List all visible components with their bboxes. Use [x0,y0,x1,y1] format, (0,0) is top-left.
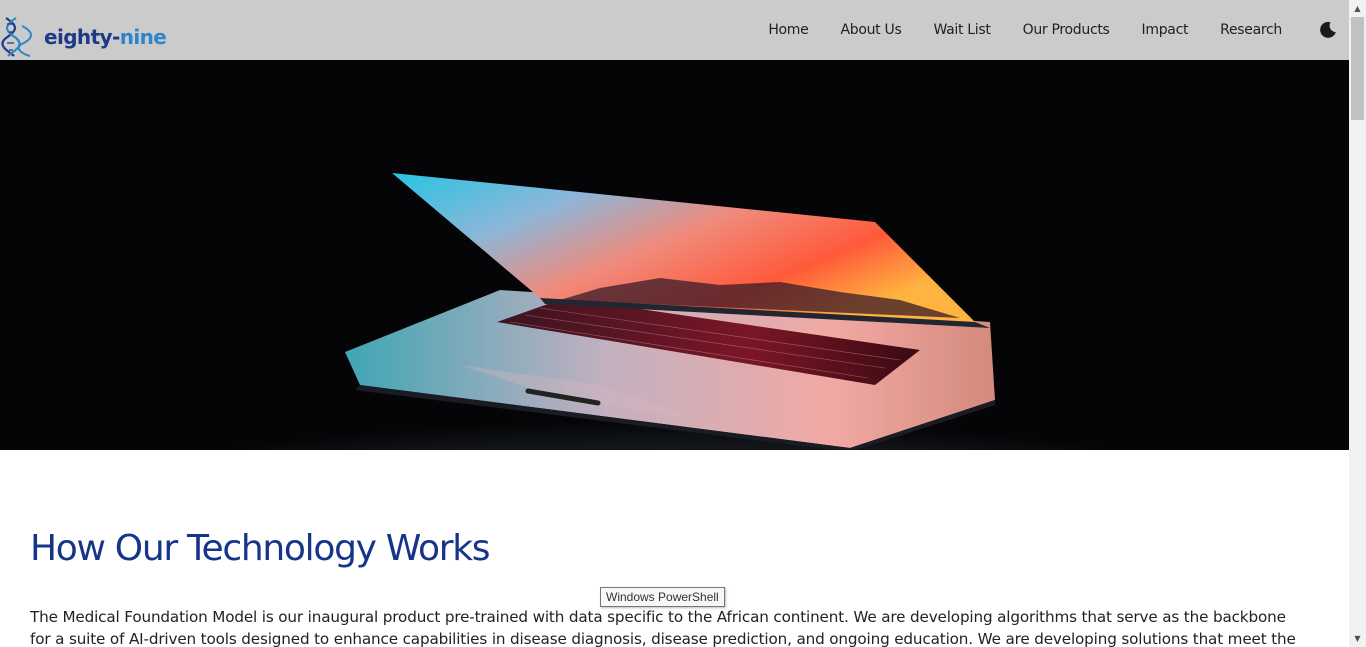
page: eighty-nine Home About Us Wait List Our … [0,0,1349,647]
main-nav: Home About Us Wait List Our Products Imp… [736,0,1282,60]
nav-about-us[interactable]: About Us [840,22,901,38]
nav-wait-list[interactable]: Wait List [933,22,990,38]
laptop-illustration [0,60,1349,450]
brand-name-part2: nine [119,25,167,49]
section-title: How Our Technology Works [30,528,491,569]
section-body: The Medical Foundation Model is our inau… [30,608,1296,647]
scroll-down-arrow-icon[interactable]: ▼ [1349,630,1366,647]
scroll-up-arrow-icon[interactable]: ▲ [1349,0,1366,17]
vertical-scrollbar[interactable]: ▲ ▼ [1349,0,1366,647]
theme-toggle-button[interactable] [1317,19,1339,41]
nav-home[interactable]: Home [768,22,808,38]
nav-research[interactable]: Research [1220,22,1282,38]
brand-logo-link[interactable]: eighty-nine [0,16,167,58]
hero-image [0,60,1349,450]
scroll-thumb[interactable] [1351,17,1364,120]
navbar: eighty-nine Home About Us Wait List Our … [0,0,1349,60]
dna-helix-icon [1,17,32,57]
taskbar-tooltip: Windows PowerShell [600,587,725,607]
nav-our-products[interactable]: Our Products [1023,22,1110,38]
moon-icon [1320,21,1336,38]
brand-name-part1: eighty- [44,25,120,49]
brand-name: eighty-nine [44,25,167,49]
nav-impact[interactable]: Impact [1142,22,1189,38]
